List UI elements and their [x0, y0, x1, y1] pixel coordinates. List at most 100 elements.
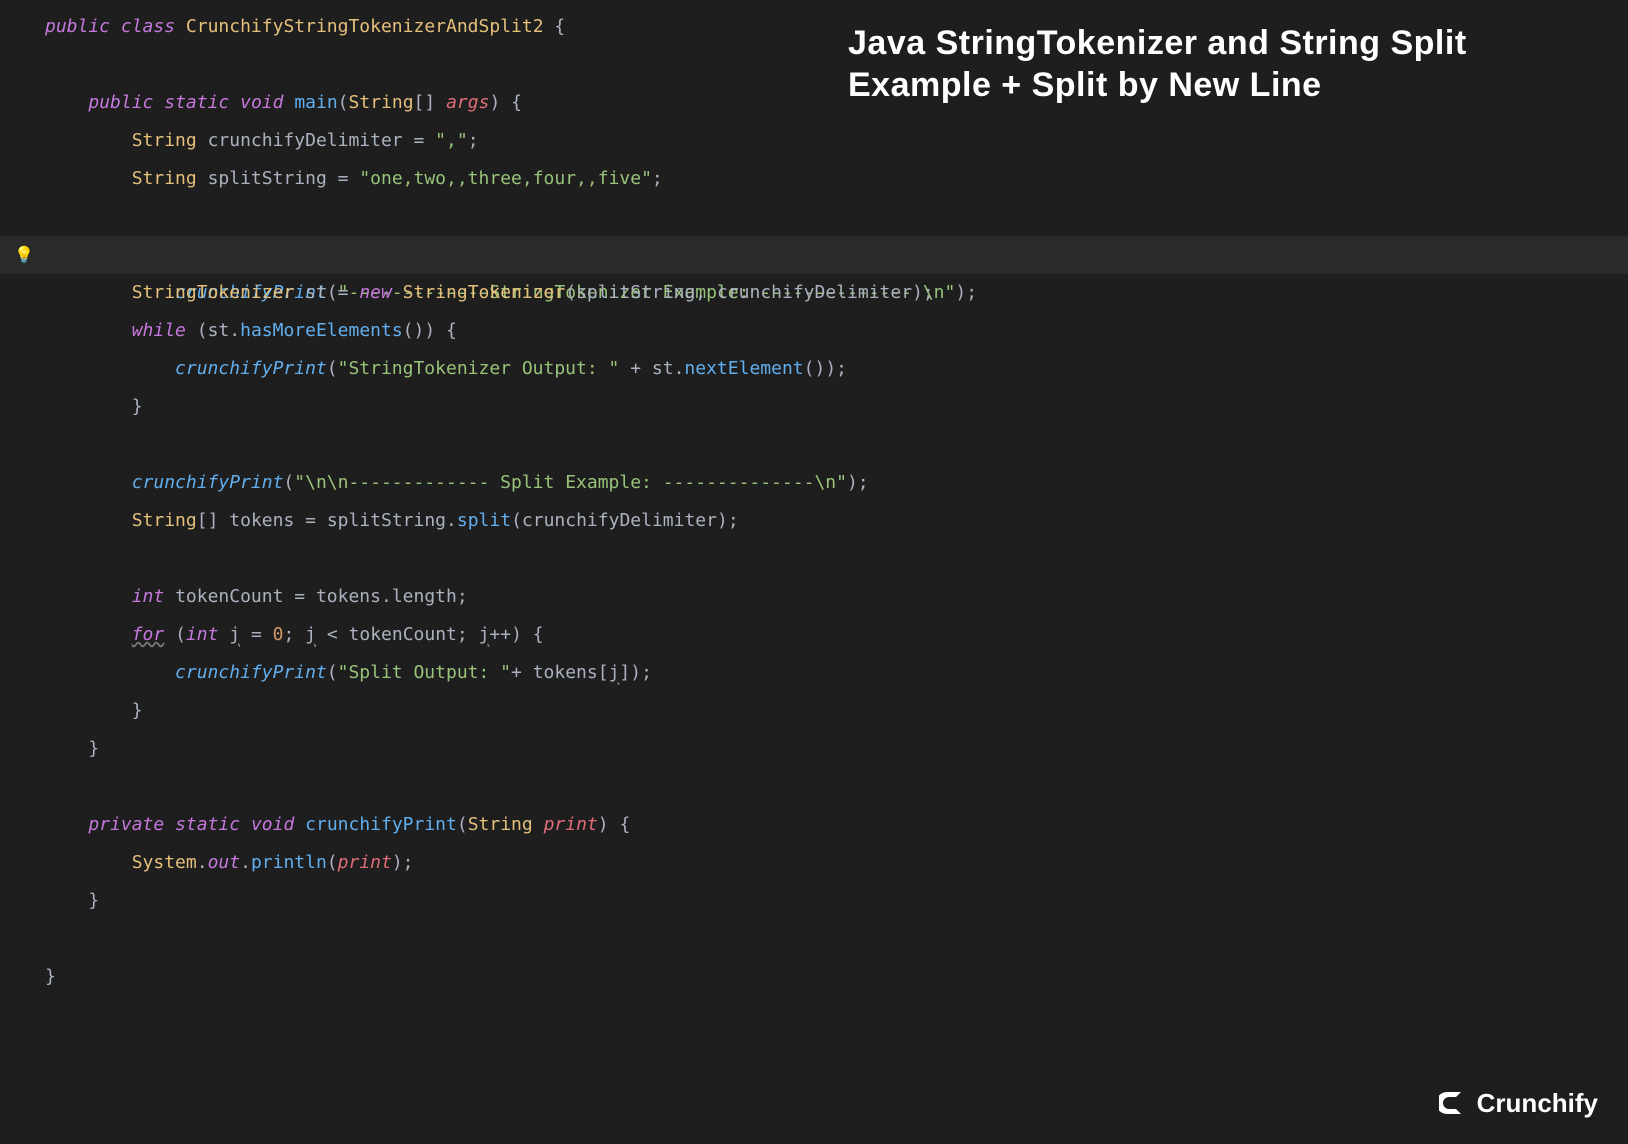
var-j: j [229, 624, 240, 645]
op-plus: + [619, 358, 652, 379]
code-line: private static void crunchifyPrint(Strin… [0, 806, 1628, 844]
op-assign: = [327, 282, 360, 303]
method-hasmoreelements: hasMoreElements [240, 320, 403, 341]
dot: . [229, 320, 240, 341]
code-line: while (st.hasMoreElements()) { [0, 312, 1628, 350]
code-line: String splitString = "one,two,,three,fou… [0, 160, 1628, 198]
semicolon: ; [457, 586, 468, 607]
paren: ) [598, 814, 609, 835]
code-line: String[] tokens = splitString.split(crun… [0, 502, 1628, 540]
keyword-void: void [251, 814, 294, 835]
code-line: for (int j = 0; j < tokenCount; j++) { [0, 616, 1628, 654]
bracket: [ [598, 662, 609, 683]
paren: ( [565, 282, 576, 303]
code-line: crunchifyPrint("StringTokenizer Output: … [0, 350, 1628, 388]
paren: ) [511, 624, 522, 645]
string-literal: "\n\n------------- Split Example: ------… [294, 472, 847, 493]
paren: ) [630, 662, 641, 683]
var-splitstring: splitString [327, 510, 446, 531]
paren: ) [489, 92, 500, 113]
method-nextelement: nextElement [684, 358, 803, 379]
lightbulb-icon[interactable]: 💡 [14, 236, 34, 274]
op-plus: + [511, 662, 533, 683]
dot: . [446, 510, 457, 531]
code-line: crunchifyPrint("\n\n------------- Split … [0, 464, 1628, 502]
keyword-private: private [88, 814, 164, 835]
var-tokens: tokens [533, 662, 598, 683]
var-j: j [305, 624, 316, 645]
bracket: ] [619, 662, 630, 683]
code-line: StringTokenizer st = new StringTokenizer… [0, 274, 1628, 312]
code-line: } [0, 958, 1628, 996]
semicolon: ; [641, 662, 652, 683]
semicolon: ; [403, 852, 414, 873]
semicolon: ; [468, 130, 479, 151]
brackets: [] [197, 510, 219, 531]
semicolon: ; [923, 282, 934, 303]
paren: ) [825, 358, 836, 379]
var-splitstring: splitString [576, 282, 695, 303]
code-line-blank [0, 426, 1628, 464]
paren: ( [457, 814, 468, 835]
semicolon: ; [283, 624, 294, 645]
op-assign: = [403, 130, 436, 151]
op-assign: = [294, 510, 327, 531]
type-string: String [349, 92, 414, 113]
code-line-blank [0, 920, 1628, 958]
type-string: String [132, 168, 197, 189]
brace: } [45, 966, 56, 987]
method-split: split [457, 510, 511, 531]
keyword-new: new [359, 282, 392, 303]
string-literal: "," [435, 130, 468, 151]
brace: } [132, 396, 143, 417]
paren: ( [511, 510, 522, 531]
method-def-crunchifyprint: crunchifyPrint [305, 814, 457, 835]
keyword-void: void [240, 92, 283, 113]
method-main: main [294, 92, 337, 113]
code-line-blank [0, 540, 1628, 578]
comma: , [695, 282, 717, 303]
var-st: st [652, 358, 674, 379]
brace: { [619, 814, 630, 835]
semicolon: ; [836, 358, 847, 379]
keyword-static: static [164, 92, 229, 113]
var-delimiter: crunchifyDelimiter [208, 130, 403, 151]
paren: ) [424, 320, 435, 341]
var-j: j [479, 624, 490, 645]
param-print: print [338, 852, 392, 873]
dot: . [381, 586, 392, 607]
field-out: out [208, 852, 241, 873]
code-line-blank [0, 768, 1628, 806]
type-stringtokenizer: StringTokenizer [403, 282, 566, 303]
class-name: CrunchifyStringTokenizerAndSplit2 [186, 16, 544, 37]
var-tokencount: tokenCount [175, 586, 283, 607]
number-literal: 0 [273, 624, 284, 645]
method-crunchifyprint: crunchifyPrint [132, 472, 284, 493]
keyword-static: static [175, 814, 240, 835]
paren: ) [392, 852, 403, 873]
dot: . [674, 358, 685, 379]
code-line-highlighted: 💡 crunchifyPrint("-------------StringTok… [0, 236, 1628, 274]
brace: { [533, 624, 544, 645]
keyword-public: public [88, 92, 153, 113]
param-print: print [544, 814, 598, 835]
type-string: String [132, 510, 197, 531]
code-line: crunchifyPrint("Split Output: "+ tokens[… [0, 654, 1628, 692]
var-st: st [208, 320, 230, 341]
paren: ( [327, 358, 338, 379]
code-editor[interactable]: public class CrunchifyStringTokenizerAnd… [0, 0, 1628, 996]
code-line-blank [0, 198, 1628, 236]
logo-icon [1439, 1088, 1469, 1118]
var-delimiter: crunchifyDelimiter [717, 282, 912, 303]
keyword-public: public [45, 16, 110, 37]
keyword-for: for [132, 624, 165, 645]
op-inc: ++ [489, 624, 511, 645]
type-stringtokenizer: StringTokenizer [132, 282, 295, 303]
brace: { [511, 92, 522, 113]
var-tokencount: tokenCount [349, 624, 457, 645]
paren: ( [197, 320, 208, 341]
type-string: String [132, 130, 197, 151]
method-crunchifyprint: crunchifyPrint [175, 662, 327, 683]
code-line: } [0, 388, 1628, 426]
code-line: } [0, 730, 1628, 768]
